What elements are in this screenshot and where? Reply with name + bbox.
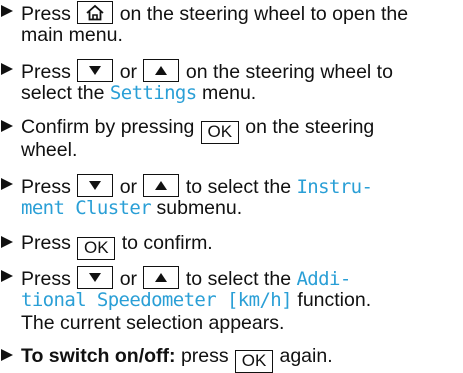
step-text: Press	[21, 232, 71, 254]
step-text: wheel.	[21, 139, 78, 161]
up-key	[143, 59, 180, 82]
up-key	[143, 174, 180, 197]
step-text: Press	[21, 268, 71, 290]
triangle-bullet-icon	[1, 236, 13, 248]
down-key	[77, 174, 114, 197]
function-name-additional-speedometer: Addi-	[296, 268, 351, 290]
step-text: Press	[21, 61, 71, 83]
step-text: The current selection appears.	[21, 312, 285, 334]
down-key	[77, 59, 114, 82]
triangle-bullet-icon	[1, 120, 13, 132]
menu-name-instrument-cluster: Instru-	[296, 176, 373, 198]
function-name-additional-speedometer-cont: tional Speedometer [km/h]	[21, 289, 293, 311]
step-text: Confirm by pressing	[21, 116, 195, 138]
step-text: main menu.	[21, 24, 123, 46]
step-text: Press	[21, 3, 71, 25]
triangle-bullet-icon	[1, 349, 13, 361]
step-text: select the	[21, 82, 105, 104]
step-text: on the steering wheel to open the	[119, 3, 409, 25]
step-text: on the steering	[245, 116, 375, 138]
home-key	[77, 1, 114, 24]
triangle-bullet-icon	[1, 178, 13, 190]
step-bold-label: To switch on/off:	[21, 345, 176, 367]
triangle-bullet-icon	[1, 5, 13, 17]
up-arrow-icon	[155, 273, 168, 282]
step-text: on the steering wheel to	[185, 61, 393, 83]
or-text: or	[119, 176, 138, 198]
down-arrow-icon	[89, 181, 102, 190]
up-arrow-icon	[155, 66, 168, 75]
triangle-bullet-icon	[1, 270, 13, 282]
step-text: press	[180, 345, 229, 367]
step-text: to confirm.	[121, 232, 213, 254]
step-text: function.	[297, 289, 372, 311]
or-text: or	[119, 268, 138, 290]
down-arrow-icon	[89, 66, 102, 75]
step-text: submenu.	[156, 197, 243, 219]
home-icon	[86, 4, 104, 21]
step-text: to select the	[185, 176, 292, 198]
down-arrow-icon	[89, 273, 102, 282]
ok-key: OK	[200, 121, 239, 144]
up-arrow-icon	[155, 181, 168, 190]
or-text: or	[119, 61, 138, 83]
menu-name-settings: Settings	[109, 82, 197, 104]
menu-name-instrument-cluster-cont: ment Cluster	[21, 197, 152, 219]
step-text: menu.	[202, 82, 257, 104]
up-key	[143, 266, 180, 289]
ok-key: OK	[77, 237, 116, 260]
down-key	[77, 266, 114, 289]
triangle-bullet-icon	[1, 63, 13, 75]
step-text: Press	[21, 176, 71, 198]
ok-key: OK	[235, 350, 274, 373]
step-text: again.	[279, 345, 333, 367]
step-text: to select the	[185, 268, 292, 290]
